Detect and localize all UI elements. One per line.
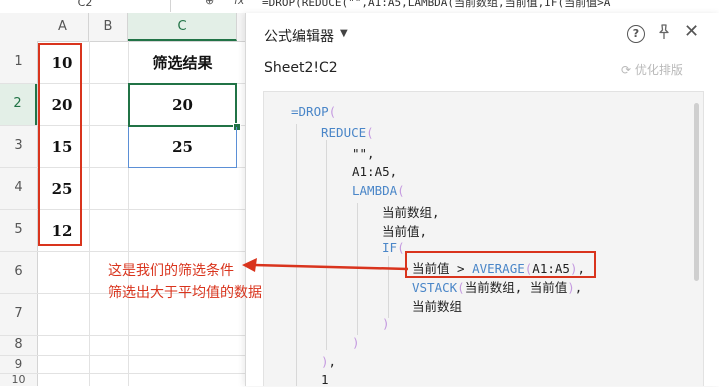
optimize-layout-button[interactable]: ⟳ 优化排版 bbox=[621, 61, 683, 78]
zoom-icon[interactable]: ⊕ bbox=[205, 0, 214, 7]
editor-scrollbar[interactable] bbox=[694, 103, 699, 281]
cell-reference: Sheet2!C2 bbox=[264, 60, 338, 76]
pin-icon[interactable] bbox=[656, 24, 672, 44]
code-line-3: "", bbox=[352, 146, 375, 161]
code-paren: ) bbox=[567, 280, 575, 295]
code-line-1: =DROP( bbox=[291, 104, 336, 119]
spill-range-border bbox=[128, 127, 237, 168]
gridline bbox=[0, 335, 245, 336]
gridline bbox=[0, 251, 245, 252]
formula-input[interactable]: =DROP(REDUCE("",A1:A5,LAMBDA(当前数组,当前值,IF… bbox=[262, 0, 610, 10]
row-header-3[interactable]: 3 bbox=[0, 125, 37, 167]
active-cell-border bbox=[128, 83, 237, 127]
row-header-5[interactable]: 5 bbox=[0, 209, 37, 251]
annotation-line-1: 这是我们的筛选条件 bbox=[108, 263, 234, 279]
row-header-10[interactable]: 10 bbox=[0, 373, 37, 386]
code-paren: ) bbox=[321, 354, 329, 369]
refresh-icon: ⟳ bbox=[621, 63, 632, 77]
code-paren: ( bbox=[328, 104, 337, 119]
code-paren: ( bbox=[366, 125, 374, 140]
gridline bbox=[0, 373, 245, 374]
gridline bbox=[89, 41, 90, 386]
gridline bbox=[0, 355, 245, 356]
code-line-4: A1:A5, bbox=[352, 164, 398, 179]
code-args: 当前数组, 当前值 bbox=[464, 280, 568, 295]
code-function: LAMBDA bbox=[352, 183, 398, 198]
code-line-11: 当前数组 bbox=[412, 299, 463, 314]
code-line-10: VSTACK(当前数组, 当前值), bbox=[412, 277, 582, 296]
code-line-13: ) bbox=[352, 335, 360, 350]
annotation-line-2: 筛选出大于平均值的数据 bbox=[108, 285, 262, 301]
fx-label[interactable]: fx bbox=[234, 0, 244, 7]
column-header-b[interactable]: B bbox=[89, 13, 128, 41]
arrow-shaft bbox=[251, 263, 409, 271]
optimize-layout-label: 优化排版 bbox=[634, 63, 683, 77]
highlight-box-column-a bbox=[38, 43, 82, 246]
highlight-box-condition bbox=[405, 251, 596, 278]
code-paren: ( bbox=[397, 183, 405, 198]
code-line-14: ), bbox=[321, 354, 336, 369]
pin-icon-glyph bbox=[659, 24, 669, 39]
close-icon[interactable]: ✕ bbox=[684, 21, 699, 42]
help-icon[interactable]: ? bbox=[627, 25, 645, 43]
row-header-2[interactable]: 2 bbox=[0, 83, 37, 125]
column-header-a[interactable]: A bbox=[37, 13, 89, 41]
code-line-7: 当前值, bbox=[382, 224, 428, 239]
code-line-5: LAMBDA( bbox=[352, 183, 405, 198]
name-box[interactable]: C2 bbox=[0, 0, 171, 12]
code-comma: , bbox=[574, 280, 583, 295]
formula-bar: C2 ⊕ fx =DROP(REDUCE("",A1:A5,LAMBDA(当前数… bbox=[0, 0, 719, 14]
arrow-head bbox=[242, 258, 257, 272]
code-line-12: ) bbox=[382, 316, 390, 331]
chevron-down-icon[interactable]: ▼ bbox=[340, 28, 348, 39]
panel-title[interactable]: 公式编辑器 bbox=[264, 26, 334, 46]
cell-c1[interactable]: 筛选结果 bbox=[129, 43, 236, 83]
annotation-arrow bbox=[242, 258, 409, 272]
code-paren: ( bbox=[457, 280, 465, 295]
gridline bbox=[0, 209, 245, 210]
column-header-c[interactable]: C bbox=[128, 13, 237, 41]
row-header-8[interactable]: 8 bbox=[0, 335, 37, 355]
indent-guide bbox=[326, 140, 327, 350]
code-function: VSTACK bbox=[412, 280, 458, 295]
row-header-7[interactable]: 7 bbox=[0, 293, 37, 335]
code-line-2: REDUCE( bbox=[321, 125, 374, 140]
code-line-6: 当前数组, bbox=[382, 205, 440, 220]
row-header-1[interactable]: 1 bbox=[0, 41, 37, 83]
code-function: =DROP bbox=[291, 104, 329, 119]
code-line-15: 1 bbox=[321, 372, 329, 387]
code-function: REDUCE bbox=[321, 125, 367, 140]
row-header-4[interactable]: 4 bbox=[0, 167, 37, 209]
row-header-9[interactable]: 9 bbox=[0, 355, 37, 373]
row-header-6[interactable]: 6 bbox=[0, 251, 37, 293]
code-comma: , bbox=[328, 354, 337, 369]
